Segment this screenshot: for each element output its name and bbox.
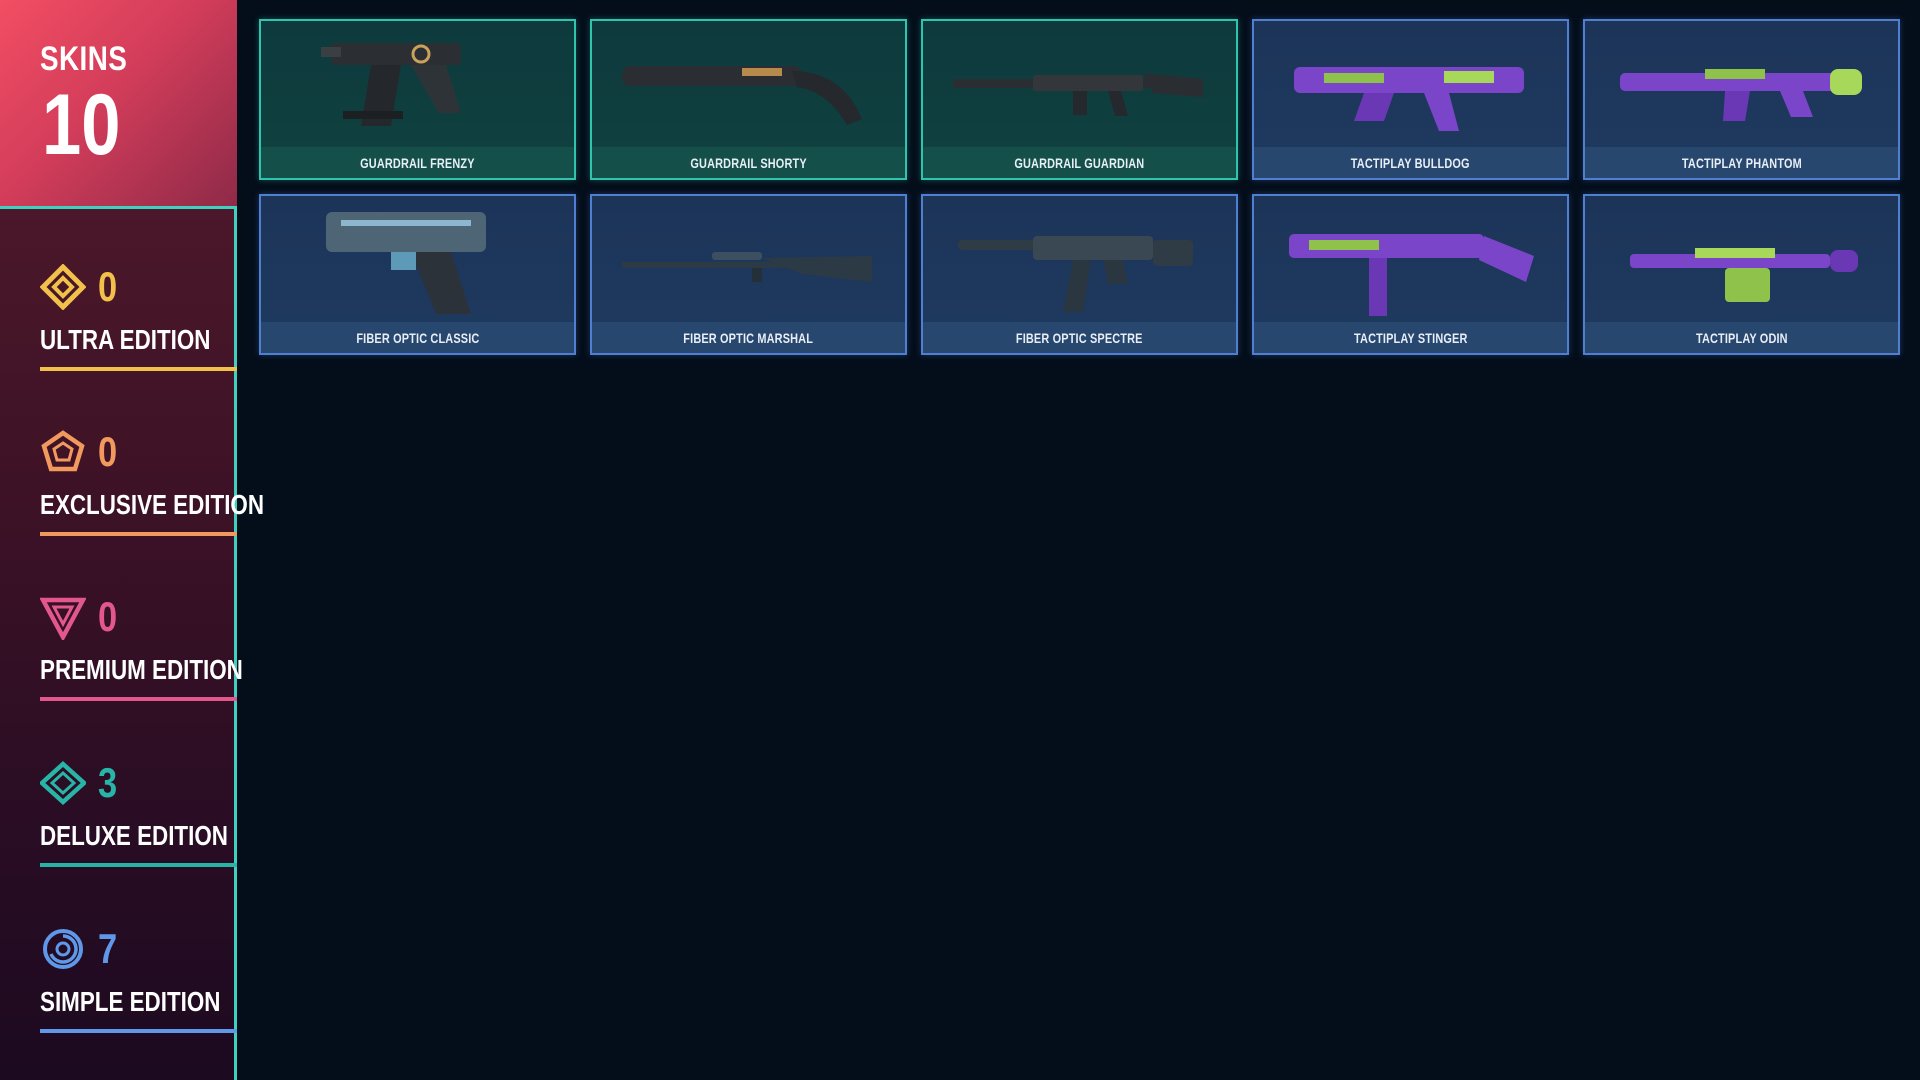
edition-exclusive[interactable]: 0 EXCLUSIVE EDITION xyxy=(40,428,264,539)
skin-card[interactable]: TACTIPLAY ODIN xyxy=(1583,194,1900,355)
edition-ultra[interactable]: 0 ULTRA EDITION xyxy=(39,263,237,374)
skin-name: GUARDRAIL GUARDIAN xyxy=(1014,154,1145,171)
skins-count: 10 xyxy=(42,77,121,173)
lmg-odin-icon xyxy=(1585,196,1898,322)
rifle-bulldog-icon xyxy=(1254,21,1567,147)
skin-name-bar: FIBER OPTIC MARSHAL xyxy=(592,322,905,353)
edition-label: SIMPLE EDITION xyxy=(40,986,221,1017)
exclusive-pentagon-icon xyxy=(40,429,86,475)
skin-name-bar: TACTIPLAY ODIN xyxy=(1585,322,1898,353)
skin-name-bar: FIBER OPTIC CLASSIC xyxy=(261,322,574,353)
skin-name: FIBER OPTIC SPECTRE xyxy=(1016,329,1143,346)
skin-name-bar: TACTIPLAY BULLDOG xyxy=(1254,147,1567,178)
smg-spectre-icon xyxy=(923,196,1236,322)
skins-grid: GUARDRAIL FRENZY GUARDRAIL SHORTY GUARDR… xyxy=(259,19,1901,359)
skin-name-bar: TACTIPLAY STINGER xyxy=(1254,322,1567,353)
edition-deluxe[interactable]: 3 DELUXE EDITION xyxy=(38,759,237,870)
pistol-frenzy-icon xyxy=(261,21,574,147)
skin-name: TACTIPLAY PHANTOM xyxy=(1681,154,1802,171)
rifle-guardian-icon xyxy=(923,21,1236,147)
smg-stinger-icon xyxy=(1254,196,1567,322)
edition-count: 7 xyxy=(98,925,118,972)
simple-circle-icon xyxy=(40,926,86,972)
edition-count: 0 xyxy=(98,428,118,475)
skins-label: SKINS xyxy=(40,40,128,78)
skin-card[interactable]: GUARDRAIL GUARDIAN xyxy=(921,19,1238,180)
edition-underline xyxy=(40,863,237,867)
skin-card[interactable]: GUARDRAIL SHORTY xyxy=(590,19,907,180)
skin-name-bar: FIBER OPTIC SPECTRE xyxy=(923,322,1236,353)
skin-card[interactable]: FIBER OPTIC SPECTRE xyxy=(921,194,1238,355)
skin-name: TACTIPLAY BULLDOG xyxy=(1351,154,1470,171)
rifle-phantom-icon xyxy=(1585,21,1898,147)
edition-simple[interactable]: 7 SIMPLE EDITION xyxy=(40,926,237,1036)
edition-label: DELUXE EDITION xyxy=(40,820,228,851)
skin-name: TACTIPLAY ODIN xyxy=(1695,329,1788,346)
skin-card[interactable]: FIBER OPTIC CLASSIC xyxy=(259,194,576,355)
ultra-diamond-icon xyxy=(39,263,87,311)
skins-total-panel: SKINS 10 xyxy=(0,0,237,209)
edition-premium[interactable]: 0 PREMIUM EDITION xyxy=(39,593,243,704)
skin-name-bar: GUARDRAIL FRENZY xyxy=(261,147,574,178)
edition-sidebar: SKINS 10 0 ULTRA EDITION 0 EXCLUSIVE EDI… xyxy=(0,0,264,1080)
edition-underline xyxy=(40,367,237,371)
skin-name: GUARDRAIL SHORTY xyxy=(690,154,807,171)
skin-card[interactable]: GUARDRAIL FRENZY xyxy=(259,19,576,180)
skin-name-bar: GUARDRAIL GUARDIAN xyxy=(923,147,1236,178)
deluxe-diamond-icon xyxy=(38,760,88,806)
sniper-marshal-icon xyxy=(592,196,905,322)
skin-card[interactable]: TACTIPLAY PHANTOM xyxy=(1583,19,1900,180)
skin-card[interactable]: TACTIPLAY BULLDOG xyxy=(1252,19,1569,180)
skin-name-bar: TACTIPLAY PHANTOM xyxy=(1585,147,1898,178)
skin-name: GUARDRAIL FRENZY xyxy=(360,154,475,171)
edition-underline xyxy=(40,532,237,536)
skin-name-bar: GUARDRAIL SHORTY xyxy=(592,147,905,178)
edition-count: 0 xyxy=(98,263,118,310)
edition-underline xyxy=(40,697,237,701)
edition-count: 3 xyxy=(98,759,118,806)
shotgun-shorty-icon xyxy=(592,21,905,147)
skin-card[interactable]: TACTIPLAY STINGER xyxy=(1252,194,1569,355)
pistol-classic-icon xyxy=(261,196,574,322)
edition-count: 0 xyxy=(98,593,118,640)
skin-card[interactable]: FIBER OPTIC MARSHAL xyxy=(590,194,907,355)
edition-label: PREMIUM EDITION xyxy=(40,654,243,685)
skin-name: FIBER OPTIC MARSHAL xyxy=(683,329,814,346)
premium-triangle-icon xyxy=(39,594,87,642)
edition-label: EXCLUSIVE EDITION xyxy=(40,489,265,520)
edition-label: ULTRA EDITION xyxy=(40,324,211,355)
skin-name: TACTIPLAY STINGER xyxy=(1353,329,1468,346)
edition-underline xyxy=(40,1029,237,1033)
collection-screen: SKINS 10 0 ULTRA EDITION 0 EXCLUSIVE EDI… xyxy=(0,0,1920,1080)
skin-name: FIBER OPTIC CLASSIC xyxy=(355,329,480,346)
